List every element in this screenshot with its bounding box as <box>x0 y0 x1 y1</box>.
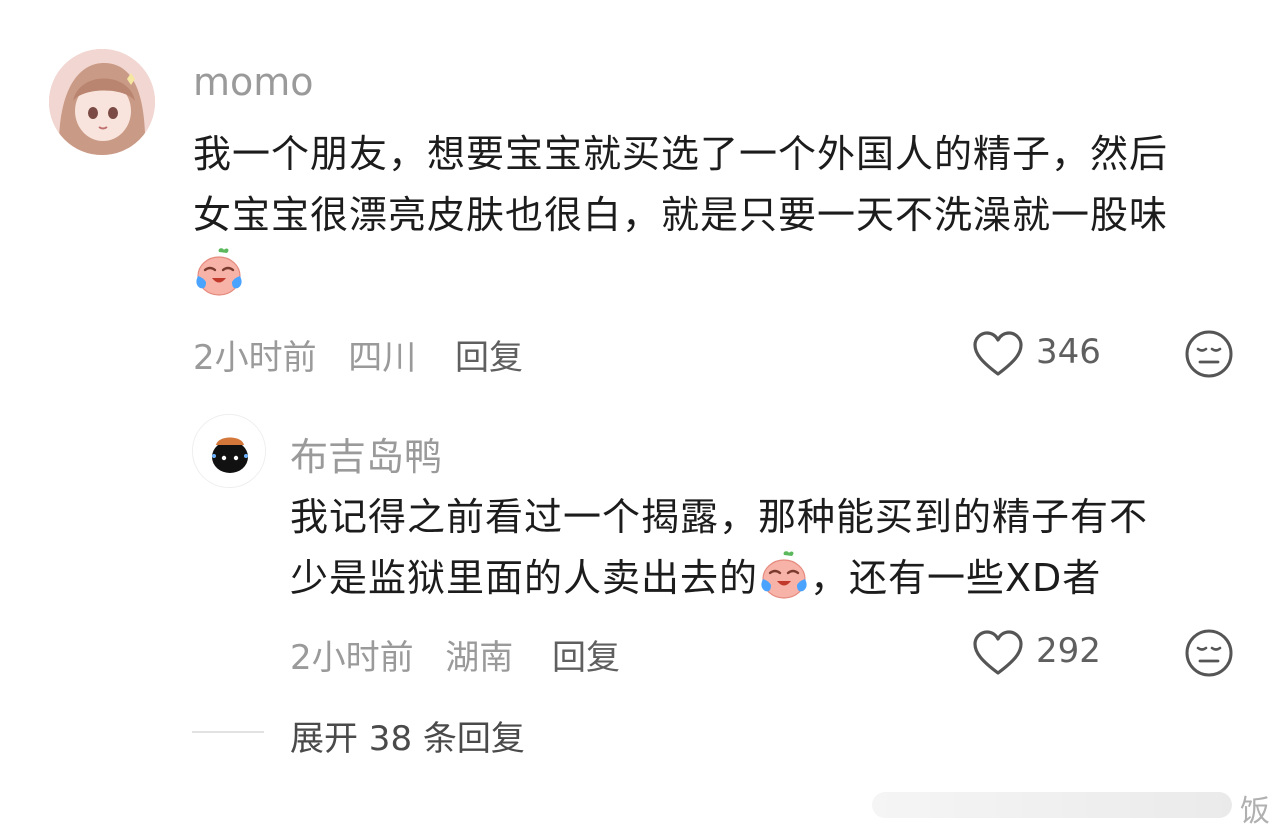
comment-text-line: 女宝宝很漂亮皮肤也很白，就是只要一天不洗澡就一股味 <box>193 193 1169 237</box>
comment-username[interactable]: momo <box>193 60 314 104</box>
reply-like-button[interactable]: 292 <box>972 627 1112 677</box>
comment-location: 四川 <box>348 338 417 378</box>
watermark-text: 饭 <box>1240 794 1270 829</box>
reply-text-line: 我记得之前看过一个揭露，那种能买到的精子有不 <box>290 495 1149 539</box>
meh-face-icon <box>1185 629 1233 677</box>
comment-text-line: 我一个朋友，想要宝宝就买选了一个外国人的精子，然后 <box>193 132 1169 176</box>
reply-username[interactable]: 布吉岛鸭 <box>290 426 442 481</box>
comment-like-count: 346 <box>1036 332 1101 372</box>
reply-reply-button[interactable]: 回复 <box>552 630 620 679</box>
reply-text: 我记得之前看过一个揭露，那种能买到的精子有不 少是监狱里面的人卖出去的 ，还有一些… <box>290 487 1250 609</box>
reply-text-line: 少是监狱里面的人卖出去的 <box>290 556 759 600</box>
comment-text: 我一个朋友，想要宝宝就买选了一个外国人的精子，然后 女宝宝很漂亮皮肤也很白，就是… <box>193 124 1253 307</box>
user-avatar[interactable] <box>49 49 155 155</box>
heart-icon <box>973 630 1023 675</box>
reply-location: 湖南 <box>445 638 514 678</box>
crying-laughing-emoji-icon <box>193 246 245 298</box>
comment-reply-button[interactable]: 回复 <box>455 330 523 379</box>
crying-laughing-emoji-icon <box>758 549 810 601</box>
watermark: 饭 <box>872 786 1284 829</box>
reply-dislike-button[interactable] <box>1184 628 1234 678</box>
comment-dislike-button[interactable] <box>1184 329 1234 379</box>
reply-like-count: 292 <box>1036 631 1101 671</box>
reply-time: 2小时前 <box>290 638 414 678</box>
reply-meta: 2小时前 湖南 <box>290 630 513 679</box>
comment-time: 2小时前 <box>193 338 317 378</box>
expand-replies-button[interactable]: 展开 38 条回复 <box>290 711 525 760</box>
reply-text-line: ，还有一些XD者 <box>810 556 1102 600</box>
meh-face-icon <box>1185 330 1233 378</box>
heart-icon <box>973 331 1023 376</box>
reply-user-avatar[interactable] <box>192 414 266 488</box>
expand-divider <box>192 731 264 733</box>
watermark-bar <box>872 792 1232 818</box>
comment-like-button[interactable]: 346 <box>972 328 1112 378</box>
comment-meta: 2小时前 四川 <box>193 330 416 379</box>
